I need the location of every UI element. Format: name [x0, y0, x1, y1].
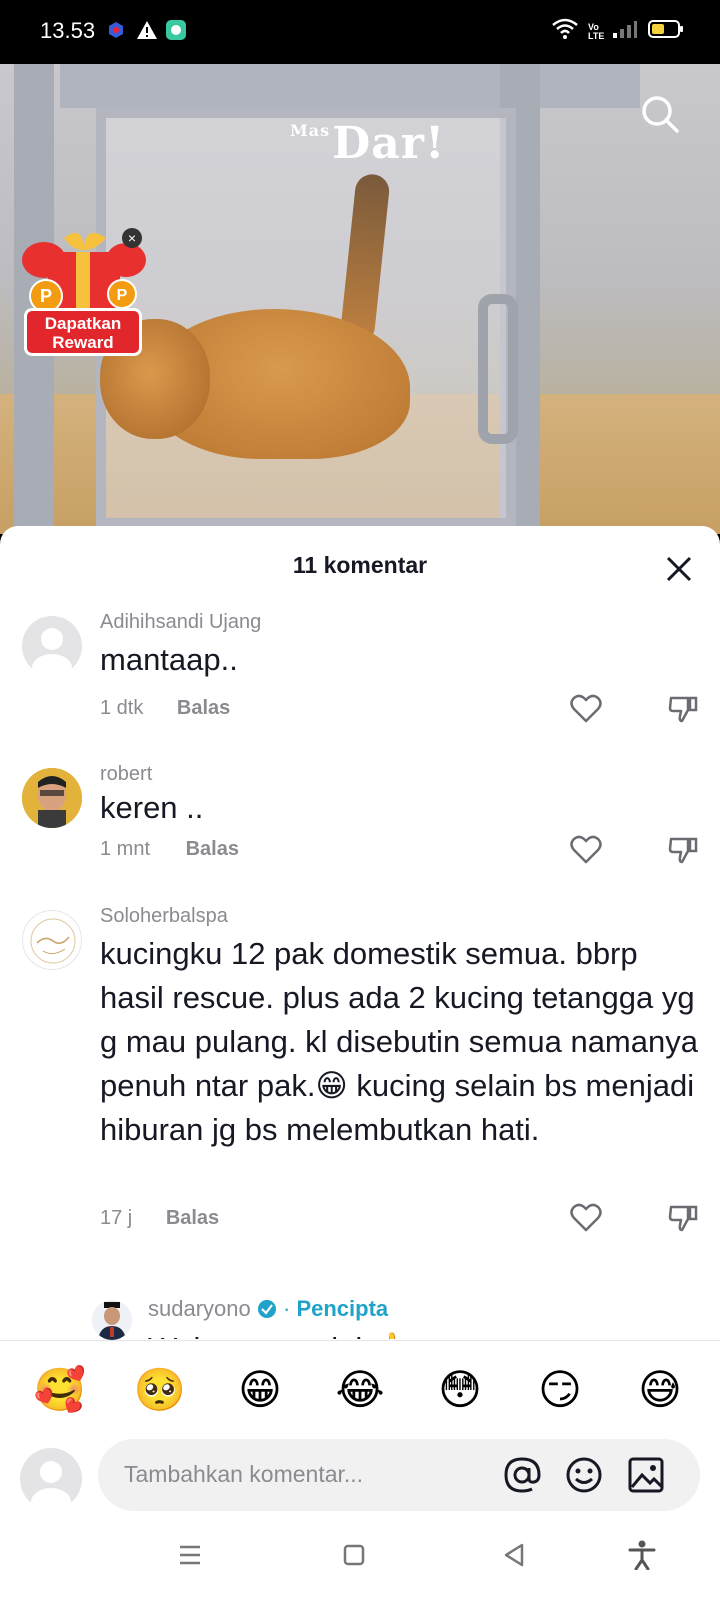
- comment-username[interactable]: Soloherbalspa: [100, 905, 228, 928]
- video-frame-top: [60, 64, 640, 108]
- close-icon[interactable]: [664, 554, 694, 584]
- reply-button[interactable]: Balas: [186, 838, 239, 860]
- svg-text:P: P: [117, 287, 128, 304]
- system-nav-bar: [0, 1514, 720, 1600]
- comment-input[interactable]: Tambahkan komentar...: [98, 1439, 700, 1511]
- emoji-button[interactable]: 🥺: [130, 1365, 190, 1415]
- emoji-button[interactable]: 😳: [430, 1365, 490, 1415]
- comment-username[interactable]: robert: [100, 763, 152, 786]
- emoji-picker-icon[interactable]: [564, 1455, 604, 1495]
- search-icon[interactable]: [640, 94, 680, 134]
- wifi-icon: [552, 18, 578, 45]
- emoji-button[interactable]: 😏: [530, 1365, 590, 1415]
- image-icon[interactable]: [626, 1455, 666, 1495]
- video-door-handle: [478, 294, 518, 444]
- heart-icon[interactable]: [570, 1203, 602, 1233]
- status-system-icons: Vo LTE: [552, 18, 684, 45]
- chat-app-icon: [166, 20, 186, 40]
- separator-dot: ·: [283, 1296, 291, 1321]
- comment-time: 1 dtk: [100, 697, 144, 719]
- status-notifications: [106, 20, 186, 40]
- signal-icon: [612, 19, 638, 44]
- comment-meta: 1 mnt Balas: [100, 838, 239, 861]
- comment-meta: 17 j Balas: [100, 1207, 219, 1230]
- comment-text: Wah mantap ini 👍: [148, 1327, 409, 1339]
- accessibility-icon[interactable]: [628, 1540, 658, 1571]
- video-watermark: MasDar!: [290, 118, 446, 169]
- comment-text: mantaap..: [100, 642, 238, 677]
- comment-username[interactable]: sudaryono: [148, 1296, 251, 1321]
- comment-time: 17 j: [100, 1207, 133, 1229]
- avatar[interactable]: [22, 616, 82, 676]
- battery-icon: [648, 19, 684, 44]
- comment-placeholder: Tambahkan komentar...: [124, 1461, 364, 1487]
- reward-label-line2: Reward: [52, 333, 114, 352]
- status-bar: 13.53 Vo LTE: [0, 0, 720, 64]
- menu-icon[interactable]: [178, 1540, 208, 1570]
- thumbs-down-icon[interactable]: [668, 694, 698, 724]
- svg-text:P: P: [40, 286, 52, 306]
- comment-text: kucingku 12 pak domestik semua. bbrp has…: [100, 936, 698, 1147]
- mention-icon[interactable]: [502, 1455, 542, 1495]
- emoji-button[interactable]: 😂: [330, 1365, 390, 1415]
- comment-username[interactable]: Adihihsandi Ujang: [100, 611, 261, 634]
- thumbs-down-icon[interactable]: [668, 835, 698, 865]
- warning-icon: [136, 20, 157, 40]
- home-icon[interactable]: [342, 1540, 372, 1570]
- status-time: 13.53: [40, 18, 96, 43]
- heart-icon[interactable]: [570, 835, 602, 865]
- emoji-button[interactable]: 🥰: [30, 1365, 90, 1415]
- emoji-button[interactable]: 😁: [230, 1365, 290, 1415]
- quick-emoji-bar: 🥰 🥺 😁 😂 😳 😏 😅: [0, 1365, 720, 1415]
- reply-button[interactable]: Balas: [177, 697, 230, 719]
- comment-text: keren ..: [100, 790, 204, 825]
- volte-icon: Vo LTE: [588, 21, 605, 41]
- reply-button[interactable]: Balas: [166, 1207, 219, 1229]
- comments-title: 11 komentar: [292, 552, 428, 578]
- emoji-button[interactable]: 😅: [630, 1365, 690, 1415]
- reward-close-icon[interactable]: ×: [122, 228, 142, 248]
- back-icon[interactable]: [502, 1540, 532, 1570]
- comment-time: 1 mnt: [100, 838, 151, 860]
- avatar[interactable]: [20, 1448, 82, 1510]
- verified-badge-icon: [257, 1296, 283, 1321]
- thumbs-down-icon[interactable]: [668, 1203, 698, 1233]
- creator-reply-header: sudaryono · Pencipta: [148, 1296, 388, 1322]
- heart-icon[interactable]: [570, 694, 602, 724]
- app-notification-icon: [106, 20, 126, 40]
- avatar[interactable]: [22, 768, 82, 828]
- reward-button[interactable]: Dapatkan Reward: [24, 308, 142, 356]
- reward-label-line1: Dapatkan: [44, 314, 122, 333]
- avatar[interactable]: [92, 1300, 132, 1340]
- creator-tag: Pencipta: [296, 1296, 389, 1321]
- comment-meta: 1 dtk Balas: [100, 697, 230, 720]
- avatar[interactable]: [22, 910, 82, 970]
